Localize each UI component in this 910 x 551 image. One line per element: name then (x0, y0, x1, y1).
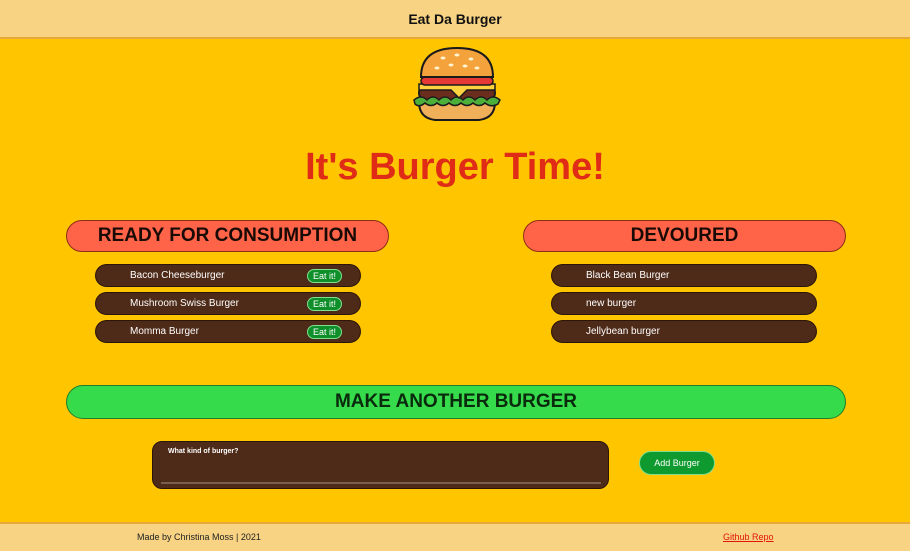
eat-it-button[interactable]: Eat it! (306, 269, 342, 283)
eat-it-button[interactable]: Eat it! (306, 297, 342, 311)
eat-it-button[interactable]: Eat it! (306, 325, 342, 339)
burger-name: Bacon Cheeseburger (130, 270, 225, 281)
burger-name: Mushroom Swiss Burger (130, 298, 239, 309)
burger-name: Jellybean burger (586, 326, 660, 337)
devoured-header: DEVOURED (523, 220, 846, 252)
list-item: Black Bean Burger (551, 264, 817, 287)
burger-name: Black Bean Burger (586, 270, 670, 281)
ready-list: Bacon Cheeseburger Eat it! Mushroom Swis… (95, 264, 361, 348)
burger-name: Momma Burger (130, 326, 199, 337)
burger-name-input[interactable] (161, 458, 601, 484)
list-item: Bacon Cheeseburger Eat it! (95, 264, 361, 287)
ready-header: READY FOR CONSUMPTION (66, 220, 389, 252)
footer-credit: Made by Christina Moss | 2021 (137, 532, 261, 542)
list-item: new burger (551, 292, 817, 315)
burger-icon (413, 46, 501, 121)
github-repo-link[interactable]: Github Repo (723, 532, 774, 542)
navbar-brand[interactable]: Eat Da Burger (408, 11, 501, 27)
footer: Made by Christina Moss | 2021 Github Rep… (0, 522, 910, 551)
list-item: Mushroom Swiss Burger Eat it! (95, 292, 361, 315)
make-burger-header: MAKE ANOTHER BURGER (66, 385, 846, 419)
devoured-list: Black Bean Burger new burger Jellybean b… (551, 264, 817, 348)
burger-name: new burger (586, 298, 637, 309)
page-title: It's Burger Time! (305, 146, 605, 188)
list-item: Momma Burger Eat it! (95, 320, 361, 343)
add-burger-button[interactable]: Add Burger (639, 451, 715, 475)
navbar: Eat Da Burger (0, 0, 910, 39)
burger-input-label: What kind of burger? (168, 448, 239, 455)
list-item: Jellybean burger (551, 320, 817, 343)
burger-form: What kind of burger? (152, 441, 609, 489)
